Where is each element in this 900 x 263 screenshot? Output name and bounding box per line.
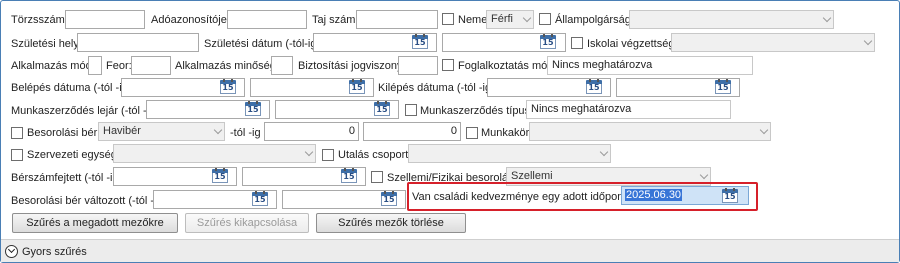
besorolasi-ber-select[interactable]: Havibér <box>98 122 225 141</box>
szellemi-value: Szellemi <box>511 170 553 182</box>
neme-select[interactable]: Férfi <box>486 10 534 29</box>
chevron-down-icon <box>759 125 769 135</box>
tol-ig-label: -tól -ig <box>230 127 261 139</box>
filter-button[interactable]: Szűrés a megadott mezőkre <box>12 213 178 233</box>
calendar-icon[interactable]: 15 <box>348 79 366 95</box>
calendar-icon[interactable]: 15 <box>219 79 237 95</box>
alk-mod-label: Alkalmazás mód: <box>11 60 95 72</box>
szuletesi-hely-label: Születési hely: <box>11 38 82 50</box>
chevron-down-icon <box>304 147 314 157</box>
foglalkoztatas-value: Nincs meghatározva <box>552 59 653 71</box>
kilepes-label: Kilépés dátuma (-tól -ig) <box>378 82 495 94</box>
biztositasi-label: Biztosítási jogviszony: <box>298 60 406 72</box>
torzsszam-input[interactable] <box>65 10 145 29</box>
calendar-icon[interactable]: 15 <box>539 34 557 50</box>
utalas-select[interactable] <box>408 144 611 163</box>
calendar-icon[interactable]: 15 <box>244 101 262 117</box>
besorolasi-ber-from[interactable]: 0 <box>264 122 359 141</box>
calendar-icon[interactable]: 15 <box>251 191 269 207</box>
calendar-icon[interactable]: 15 <box>340 168 358 184</box>
calendar-icon[interactable]: 15 <box>721 188 739 204</box>
iskolai-select[interactable] <box>671 33 875 52</box>
chevron-down-icon <box>699 170 709 180</box>
iskolai-label: Iskolai végzettség: <box>587 38 678 50</box>
munkaszerzodes-tipusa-label: Munkaszerződés típusa <box>420 105 537 117</box>
besorolasi-ber-label: Besorolási bér: <box>27 127 101 139</box>
chevron-down-icon <box>863 36 873 46</box>
calendar-icon[interactable]: 15 <box>373 101 391 117</box>
calendar-icon[interactable]: 15 <box>380 191 398 207</box>
neme-label: Neme <box>458 14 488 26</box>
torzsszam-label: Törzsszám: <box>11 14 68 26</box>
szuletesi-datum-label: Születési dátum (-tól-ig): <box>204 38 324 50</box>
calendar-icon[interactable]: 15 <box>411 34 429 50</box>
szellemi-checkbox[interactable] <box>371 171 383 183</box>
neme-value: Férfi <box>491 13 513 25</box>
adoazonosito-input[interactable] <box>227 10 307 29</box>
csaladi-label: Van családi kedvezménye egy adott időpon… <box>412 191 648 203</box>
feor-input[interactable] <box>131 56 171 75</box>
szervezeti-checkbox[interactable] <box>11 149 23 161</box>
foglalkoztatas-label: Foglalkoztatás mód: <box>458 60 557 72</box>
utalas-checkbox[interactable] <box>322 149 334 161</box>
belepes-label: Belépés dátuma (-tól -ig) <box>11 82 132 94</box>
calendar-icon[interactable]: 15 <box>211 168 229 184</box>
taj-input[interactable] <box>356 10 438 29</box>
taj-label: Taj szám: <box>312 14 359 26</box>
filter-off-button[interactable]: Szűrés kikapcsolása <box>185 213 309 233</box>
neme-checkbox[interactable] <box>442 13 454 25</box>
utalas-label: Utalás csoport: <box>338 149 412 161</box>
szuletesi-hely-input[interactable] <box>77 33 199 52</box>
chevron-down-icon <box>822 13 832 23</box>
munkaszerzodes-lejar-label: Munkaszerződés lejár (-tól -ig) <box>11 105 159 117</box>
chevron-down-icon <box>599 147 609 157</box>
clear-filter-button[interactable]: Szűrés mezők törlése <box>316 213 466 233</box>
besorolasi-ber-to[interactable]: 0 <box>363 122 461 141</box>
besorolasi-ber-value: Havibér <box>103 125 141 137</box>
allampolgarsag-select[interactable] <box>629 10 834 29</box>
allampolgarsag-checkbox[interactable] <box>539 13 551 25</box>
munkakor-label: Munkakör: <box>481 127 533 139</box>
munkakor-checkbox[interactable] <box>466 127 478 139</box>
alk-mod-input[interactable] <box>88 56 102 75</box>
adoazonosito-label: Adóazonosítójel: <box>151 14 233 26</box>
munkaszerzodes-tipusa-value: Nincs meghatározva <box>531 103 632 115</box>
munkakor-select[interactable] <box>529 122 771 141</box>
foglalkoztatas-checkbox[interactable] <box>442 59 454 71</box>
biztositasi-input[interactable] <box>398 56 438 75</box>
szervezeti-label: Szervezeti egység: <box>27 149 120 161</box>
iskolai-checkbox[interactable] <box>571 37 583 49</box>
quick-filter-label: Gyors szűrés <box>22 246 87 258</box>
munkaszerzodes-tipusa-checkbox[interactable] <box>405 104 417 116</box>
besorolasi-valtozott-label: Besorolási bér változott (-tól -ig) <box>11 195 167 207</box>
calendar-icon[interactable]: 15 <box>714 79 732 95</box>
besorolasi-ber-checkbox[interactable] <box>11 127 23 139</box>
szervezeti-select[interactable] <box>113 144 316 163</box>
berszamfejtett-label: Bérszámfejtett (-tól -ig) <box>11 172 123 184</box>
foglalkoztatas-select[interactable]: Nincs meghatározva <box>547 56 753 75</box>
filter-panel: Törzsszám: Adóazonosítójel: Taj szám: Ne… <box>0 0 900 263</box>
csaladi-date-value: 2025.06.30 <box>625 189 683 201</box>
chevron-down-icon <box>213 125 223 135</box>
feor-label: Feor: <box>106 60 132 72</box>
calendar-icon[interactable]: 15 <box>585 79 603 95</box>
munkaszerzodes-tipusa-select[interactable]: Nincs meghatározva <box>526 100 731 119</box>
chevron-down-icon[interactable] <box>5 245 18 258</box>
alk-minoseg-input[interactable] <box>271 56 293 75</box>
allampolgarsag-label: Állampolgárság: <box>555 14 634 26</box>
alk-minoseg-label: Alkalmazás minőség: <box>175 60 279 72</box>
quick-filter-bar[interactable]: Gyors szűrés <box>1 239 899 262</box>
chevron-down-icon <box>522 13 532 23</box>
